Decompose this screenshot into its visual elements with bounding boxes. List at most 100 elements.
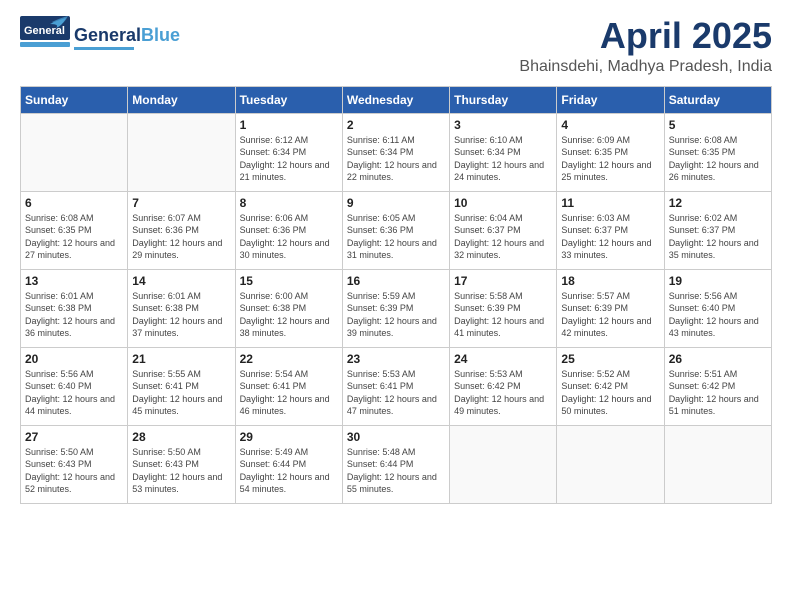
day-number: 11 <box>561 196 659 210</box>
calendar-cell: 24 Sunrise: 5:53 AMSunset: 6:42 PMDayligh… <box>450 347 557 425</box>
calendar-cell <box>664 425 771 503</box>
day-info: Sunrise: 6:06 AMSunset: 6:36 PMDaylight:… <box>240 212 338 262</box>
day-info: Sunrise: 5:56 AMSunset: 6:40 PMDaylight:… <box>25 368 123 418</box>
logo: General GeneralBlue <box>20 16 180 60</box>
day-info: Sunrise: 5:53 AMSunset: 6:41 PMDaylight:… <box>347 368 445 418</box>
day-number: 28 <box>132 430 230 444</box>
day-info: Sunrise: 6:02 AMSunset: 6:37 PMDaylight:… <box>669 212 767 262</box>
day-number: 25 <box>561 352 659 366</box>
day-info: Sunrise: 6:12 AMSunset: 6:34 PMDaylight:… <box>240 134 338 184</box>
day-number: 30 <box>347 430 445 444</box>
day-info: Sunrise: 6:01 AMSunset: 6:38 PMDaylight:… <box>25 290 123 340</box>
svg-text:General: General <box>24 25 65 37</box>
day-info: Sunrise: 5:57 AMSunset: 6:39 PMDaylight:… <box>561 290 659 340</box>
day-number: 27 <box>25 430 123 444</box>
calendar-week-row: 27 Sunrise: 5:50 AMSunset: 6:43 PMDayligh… <box>21 425 772 503</box>
calendar-cell: 10 Sunrise: 6:04 AMSunset: 6:37 PMDayligh… <box>450 191 557 269</box>
title-block: April 2025 Bhainsdehi, Madhya Pradesh, I… <box>519 16 772 76</box>
calendar-cell: 4Sunrise: 6:09 AMSunset: 6:35 PMDaylight… <box>557 113 664 191</box>
day-info: Sunrise: 6:10 AMSunset: 6:34 PMDaylight:… <box>454 134 552 184</box>
calendar-cell: 28 Sunrise: 5:50 AMSunset: 6:43 PMDayligh… <box>128 425 235 503</box>
day-info: Sunrise: 6:08 AMSunset: 6:35 PMDaylight:… <box>669 134 767 184</box>
day-number: 14 <box>132 274 230 288</box>
day-info: Sunrise: 5:51 AMSunset: 6:42 PMDaylight:… <box>669 368 767 418</box>
calendar-cell <box>450 425 557 503</box>
day-number: 24 <box>454 352 552 366</box>
day-info: Sunrise: 5:54 AMSunset: 6:41 PMDaylight:… <box>240 368 338 418</box>
weekday-header: Friday <box>557 86 664 113</box>
calendar-cell: 5 Sunrise: 6:08 AMSunset: 6:35 PMDaylight… <box>664 113 771 191</box>
day-info: Sunrise: 5:50 AMSunset: 6:43 PMDaylight:… <box>25 446 123 496</box>
day-number: 3 <box>454 118 552 132</box>
day-info: Sunrise: 5:58 AMSunset: 6:39 PMDaylight:… <box>454 290 552 340</box>
day-number: 26 <box>669 352 767 366</box>
day-info: Sunrise: 5:55 AMSunset: 6:41 PMDaylight:… <box>132 368 230 418</box>
location-title: Bhainsdehi, Madhya Pradesh, India <box>519 58 772 76</box>
day-number: 6 <box>25 196 123 210</box>
weekday-header: Thursday <box>450 86 557 113</box>
weekday-header: Tuesday <box>235 86 342 113</box>
day-info: Sunrise: 5:48 AMSunset: 6:44 PMDaylight:… <box>347 446 445 496</box>
logo-icon: General <box>20 16 70 60</box>
day-number: 10 <box>454 196 552 210</box>
calendar: SundayMondayTuesdayWednesdayThursdayFrid… <box>20 86 772 504</box>
calendar-cell: 22 Sunrise: 5:54 AMSunset: 6:41 PMDayligh… <box>235 347 342 425</box>
day-number: 21 <box>132 352 230 366</box>
logo-text: GeneralBlue <box>74 26 180 46</box>
calendar-cell: 25Sunrise: 5:52 AMSunset: 6:42 PMDayligh… <box>557 347 664 425</box>
calendar-cell: 13 Sunrise: 6:01 AMSunset: 6:38 PMDayligh… <box>21 269 128 347</box>
day-number: 1 <box>240 118 338 132</box>
month-title: April 2025 <box>519 16 772 56</box>
weekday-header: Monday <box>128 86 235 113</box>
day-number: 12 <box>669 196 767 210</box>
day-number: 23 <box>347 352 445 366</box>
header: General GeneralBlue April 2025 Bhainsdeh… <box>20 16 772 76</box>
day-number: 7 <box>132 196 230 210</box>
day-number: 15 <box>240 274 338 288</box>
calendar-cell: 9Sunrise: 6:05 AMSunset: 6:36 PMDaylight… <box>342 191 449 269</box>
day-info: Sunrise: 6:01 AMSunset: 6:38 PMDaylight:… <box>132 290 230 340</box>
logo-underline <box>74 47 134 50</box>
day-number: 20 <box>25 352 123 366</box>
day-info: Sunrise: 5:53 AMSunset: 6:42 PMDaylight:… <box>454 368 552 418</box>
calendar-cell: 16 Sunrise: 5:59 AMSunset: 6:39 PMDayligh… <box>342 269 449 347</box>
day-number: 2 <box>347 118 445 132</box>
calendar-cell: 8Sunrise: 6:06 AMSunset: 6:36 PMDaylight… <box>235 191 342 269</box>
calendar-cell: 29Sunrise: 5:49 AMSunset: 6:44 PMDayligh… <box>235 425 342 503</box>
day-number: 18 <box>561 274 659 288</box>
calendar-cell: 20 Sunrise: 5:56 AMSunset: 6:40 PMDayligh… <box>21 347 128 425</box>
calendar-cell: 3 Sunrise: 6:10 AMSunset: 6:34 PMDaylight… <box>450 113 557 191</box>
day-info: Sunrise: 6:04 AMSunset: 6:37 PMDaylight:… <box>454 212 552 262</box>
calendar-cell: 1 Sunrise: 6:12 AMSunset: 6:34 PMDaylight… <box>235 113 342 191</box>
calendar-cell: 30 Sunrise: 5:48 AMSunset: 6:44 PMDayligh… <box>342 425 449 503</box>
calendar-cell: 7Sunrise: 6:07 AMSunset: 6:36 PMDaylight… <box>128 191 235 269</box>
calendar-cell: 21 Sunrise: 5:55 AMSunset: 6:41 PMDayligh… <box>128 347 235 425</box>
weekday-header: Saturday <box>664 86 771 113</box>
day-info: Sunrise: 6:11 AMSunset: 6:34 PMDaylight:… <box>347 134 445 184</box>
day-number: 5 <box>669 118 767 132</box>
calendar-cell: 26 Sunrise: 5:51 AMSunset: 6:42 PMDayligh… <box>664 347 771 425</box>
calendar-cell <box>128 113 235 191</box>
day-info: Sunrise: 5:49 AMSunset: 6:44 PMDaylight:… <box>240 446 338 496</box>
weekday-header: Sunday <box>21 86 128 113</box>
day-number: 16 <box>347 274 445 288</box>
day-info: Sunrise: 5:56 AMSunset: 6:40 PMDaylight:… <box>669 290 767 340</box>
day-info: Sunrise: 6:08 AMSunset: 6:35 PMDaylight:… <box>25 212 123 262</box>
day-info: Sunrise: 5:59 AMSunset: 6:39 PMDaylight:… <box>347 290 445 340</box>
day-info: Sunrise: 5:50 AMSunset: 6:43 PMDaylight:… <box>132 446 230 496</box>
day-number: 9 <box>347 196 445 210</box>
calendar-cell: 14 Sunrise: 6:01 AMSunset: 6:38 PMDayligh… <box>128 269 235 347</box>
calendar-cell: 11 Sunrise: 6:03 AMSunset: 6:37 PMDayligh… <box>557 191 664 269</box>
calendar-cell: 23 Sunrise: 5:53 AMSunset: 6:41 PMDayligh… <box>342 347 449 425</box>
day-number: 13 <box>25 274 123 288</box>
calendar-cell: 15Sunrise: 6:00 AMSunset: 6:38 PMDayligh… <box>235 269 342 347</box>
calendar-cell <box>557 425 664 503</box>
day-info: Sunrise: 6:03 AMSunset: 6:37 PMDaylight:… <box>561 212 659 262</box>
calendar-cell: 19Sunrise: 5:56 AMSunset: 6:40 PMDayligh… <box>664 269 771 347</box>
day-number: 22 <box>240 352 338 366</box>
calendar-cell: 27 Sunrise: 5:50 AMSunset: 6:43 PMDayligh… <box>21 425 128 503</box>
page: General GeneralBlue April 2025 Bhainsdeh… <box>0 0 792 612</box>
calendar-cell: 12 Sunrise: 6:02 AMSunset: 6:37 PMDayligh… <box>664 191 771 269</box>
calendar-week-row: 6 Sunrise: 6:08 AMSunset: 6:35 PMDaylight… <box>21 191 772 269</box>
day-number: 4 <box>561 118 659 132</box>
